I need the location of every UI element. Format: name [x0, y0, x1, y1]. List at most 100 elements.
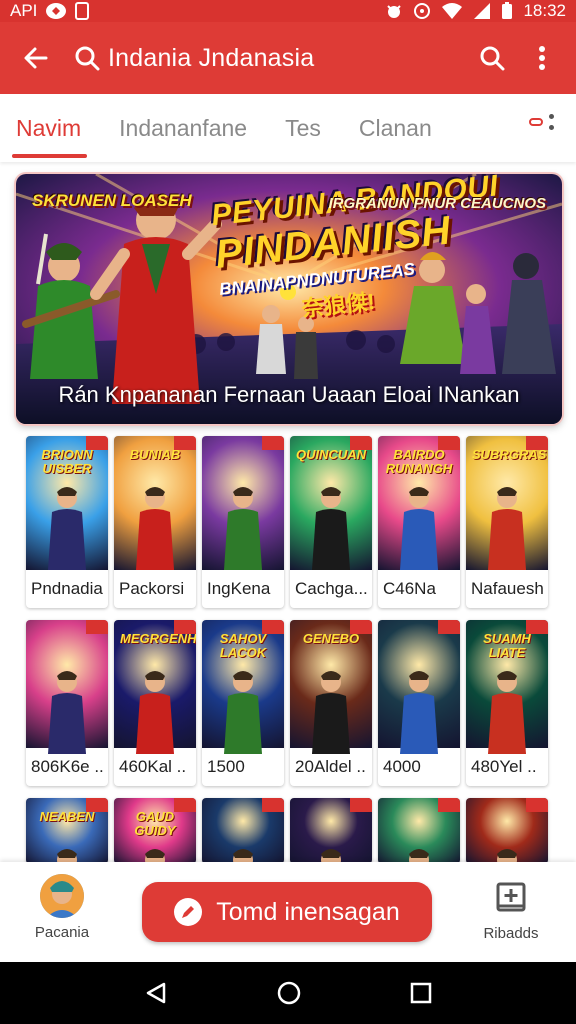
game-card-art	[378, 620, 460, 754]
system-navigation-bar	[0, 962, 576, 1024]
game-card[interactable]: SAHOV LACOK 1500	[202, 620, 284, 786]
status-bar: API 18:32	[0, 0, 576, 22]
game-card-character	[488, 487, 526, 570]
game-card[interactable]: NEABEN	[26, 798, 108, 864]
game-card-badge	[526, 798, 548, 812]
profile-label: Pacania	[34, 924, 90, 941]
game-card[interactable]: GAUD GUIDY	[114, 798, 196, 864]
game-card-character	[400, 487, 438, 570]
back-button[interactable]	[12, 34, 60, 82]
game-card[interactable]: BUNIAB Packorsi	[114, 436, 196, 608]
game-card[interactable]: SUAMH LIATE 480Yel ..	[466, 620, 548, 786]
search-query-text[interactable]: Indania Jndanasia	[108, 44, 314, 73]
tabs-more-button[interactable]	[529, 114, 554, 130]
more-vert-icon	[549, 114, 554, 130]
primary-action-label: Tomd inensagan	[216, 897, 400, 926]
game-card-art: NEABEN	[26, 798, 108, 864]
game-card-title: MEGRGENHE	[120, 631, 196, 646]
game-card-character	[312, 487, 350, 570]
nav-recents-icon[interactable]	[410, 982, 432, 1004]
tab-1[interactable]: Indananfane	[119, 94, 247, 162]
game-card-label: Nafauesh	[471, 579, 544, 598]
saved-button[interactable]: Ribadds	[476, 882, 546, 942]
game-card-title: SAHOV LACOK	[219, 631, 267, 661]
tab-bar: Navim Indananfane Tes Clanan	[0, 94, 576, 162]
saved-label: Ribadds	[483, 925, 539, 942]
game-card-badge	[86, 620, 108, 634]
battery-icon	[502, 2, 513, 19]
game-card-art: BRIONN UISBER	[26, 436, 108, 570]
game-card[interactable]	[466, 798, 548, 864]
nav-back-icon[interactable]	[144, 981, 168, 1005]
game-card-badge	[438, 620, 460, 634]
game-card-character	[400, 671, 438, 754]
app-notification-icon	[46, 3, 67, 19]
game-card-label: Cachga...	[295, 579, 368, 598]
game-card-title: SUAMH LIATE	[483, 631, 531, 661]
game-card-title: BRIONN UISBER	[41, 447, 93, 477]
wifi-icon	[442, 3, 463, 19]
primary-action-button[interactable]: Tomd inensagan	[142, 882, 432, 942]
game-card-title: SUBRGRAS	[472, 447, 547, 462]
featured-banner[interactable]: SKRUNEN LOASEH PEYUINA BANDOUI PINDANIIS…	[16, 174, 562, 424]
game-card-badge	[438, 798, 460, 812]
banner-tag-left: SKRUNEN LOASEH	[32, 191, 192, 210]
game-card-character	[136, 487, 174, 570]
tabs-indicator-icon	[529, 118, 543, 126]
game-card[interactable]: 806K6e ..	[26, 620, 108, 786]
game-card[interactable]: BAIRDO RUNANGH C46Na	[378, 436, 460, 608]
game-card[interactable]	[202, 798, 284, 864]
game-card-character	[224, 487, 262, 570]
game-card-art: BUNIAB	[114, 436, 196, 570]
banner-caption: Rán Knpananan Fernaan Uaaan Eloai INanka…	[58, 382, 520, 407]
game-card-art: QUINCUAN	[290, 436, 372, 570]
game-card[interactable]: GENEBO 20Aldel ..	[290, 620, 372, 786]
search-button[interactable]	[470, 36, 514, 80]
game-card[interactable]: 4000	[378, 620, 460, 786]
game-card-title: GENEBO	[302, 631, 360, 646]
tab-label: Clanan	[358, 114, 432, 141]
bottom-action-bar: Pacania Tomd inensagan Ribadds	[0, 862, 576, 962]
avatar	[40, 874, 84, 918]
search-field-icon	[70, 41, 104, 75]
tab-label: Tes	[285, 114, 321, 141]
game-card-character	[224, 671, 262, 754]
game-card[interactable]: BRIONN UISBER Pndnadia	[26, 436, 108, 608]
nav-home-icon[interactable]	[276, 980, 302, 1006]
tab-0[interactable]: Navim	[11, 94, 88, 162]
search-icon	[480, 46, 505, 71]
game-card[interactable]: QUINCUAN Cachga...	[290, 436, 372, 608]
sim-icon	[75, 2, 90, 20]
game-card-art	[378, 798, 460, 864]
profile-button[interactable]: Pacania	[30, 874, 94, 941]
tab-2[interactable]: Tes	[285, 94, 321, 162]
search-icon	[75, 46, 100, 71]
game-card-title: BUNIAB	[129, 447, 181, 462]
status-left-text: API	[10, 1, 38, 20]
game-card[interactable]: IngKena	[202, 436, 284, 608]
game-card-badge	[350, 798, 372, 812]
app-bar: Indania Jndanasia	[0, 22, 576, 94]
game-card[interactable]: SUBRGRAS Nafauesh	[466, 436, 548, 608]
game-card-title: BAIRDO RUNANGH	[385, 447, 453, 477]
tab-3[interactable]: Clanan	[359, 94, 432, 162]
game-card-art: SAHOV LACOK	[202, 620, 284, 754]
signal-icon	[474, 3, 491, 19]
game-card[interactable]	[378, 798, 460, 864]
game-card-badge	[262, 436, 284, 450]
game-card[interactable]	[290, 798, 372, 864]
game-card-art	[290, 798, 372, 864]
game-card-art: BAIRDO RUNANGH	[378, 436, 460, 570]
banner-tag-right: IRGRANUN PNUR CEAUCNOS	[328, 195, 546, 212]
game-card-art	[202, 436, 284, 570]
game-card-title: QUINCUAN	[296, 447, 367, 462]
game-card-art	[202, 798, 284, 864]
more-vert-icon	[539, 46, 545, 70]
game-card-character	[488, 671, 526, 754]
overflow-menu-button[interactable]	[520, 36, 564, 80]
game-card[interactable]: MEGRGENHE460Kal ..	[114, 620, 196, 786]
game-card-label: Packorsi	[119, 579, 185, 598]
tab-label: Indananfane	[119, 114, 248, 141]
game-card-label: Pndnadia	[31, 579, 103, 598]
bug-icon	[387, 5, 402, 18]
